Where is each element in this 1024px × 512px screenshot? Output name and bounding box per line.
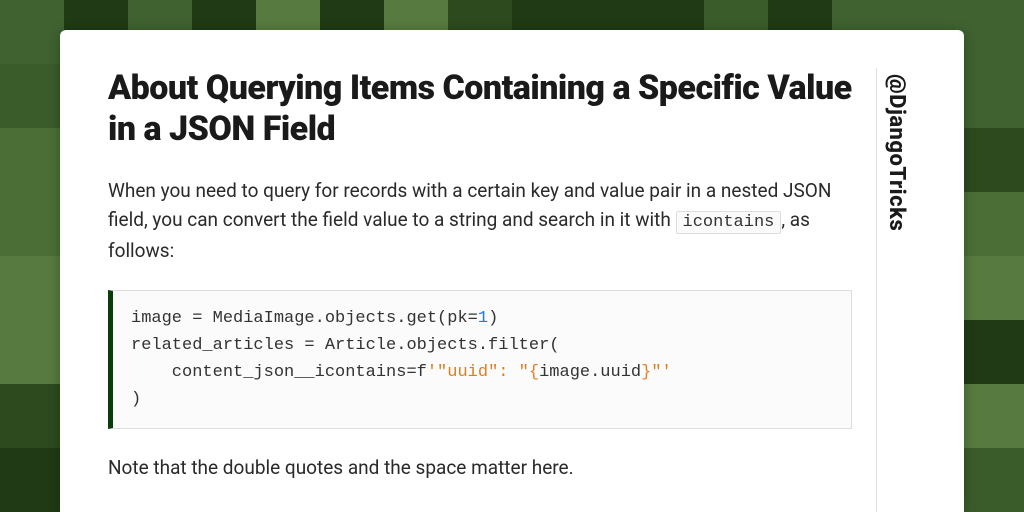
side-rail: @DjangoTricks <box>876 68 916 512</box>
article-note: Note that the double quotes and the spac… <box>108 453 852 482</box>
code-l3-interp-close: } <box>641 363 651 382</box>
article-title: About Querying Items Containing a Specif… <box>108 68 852 150</box>
code-l3-str1: '"uuid": " <box>427 363 529 382</box>
code-l3-interp-body: image.uuid <box>539 363 641 382</box>
code-l3a: content_json__icontains=f <box>131 363 427 382</box>
twitter-handle: @DjangoTricks <box>884 74 909 231</box>
article-card: About Querying Items Containing a Specif… <box>60 30 964 512</box>
code-l2: related_articles = Article.objects.filte… <box>131 336 559 355</box>
article-intro: When you need to query for records with … <box>108 176 852 266</box>
code-l1-num: 1 <box>478 309 488 328</box>
code-l3-str2: "' <box>651 363 671 382</box>
code-l1a: image = MediaImage.objects.get(pk= <box>131 309 478 328</box>
inline-code-icontains: icontains <box>676 211 782 234</box>
code-block: image = MediaImage.objects.get(pk=1) rel… <box>108 290 852 429</box>
article-main: About Querying Items Containing a Specif… <box>108 68 876 512</box>
code-l3-interp-open: { <box>529 363 539 382</box>
code-l1b: ) <box>488 309 498 328</box>
code-l4: ) <box>131 390 141 409</box>
